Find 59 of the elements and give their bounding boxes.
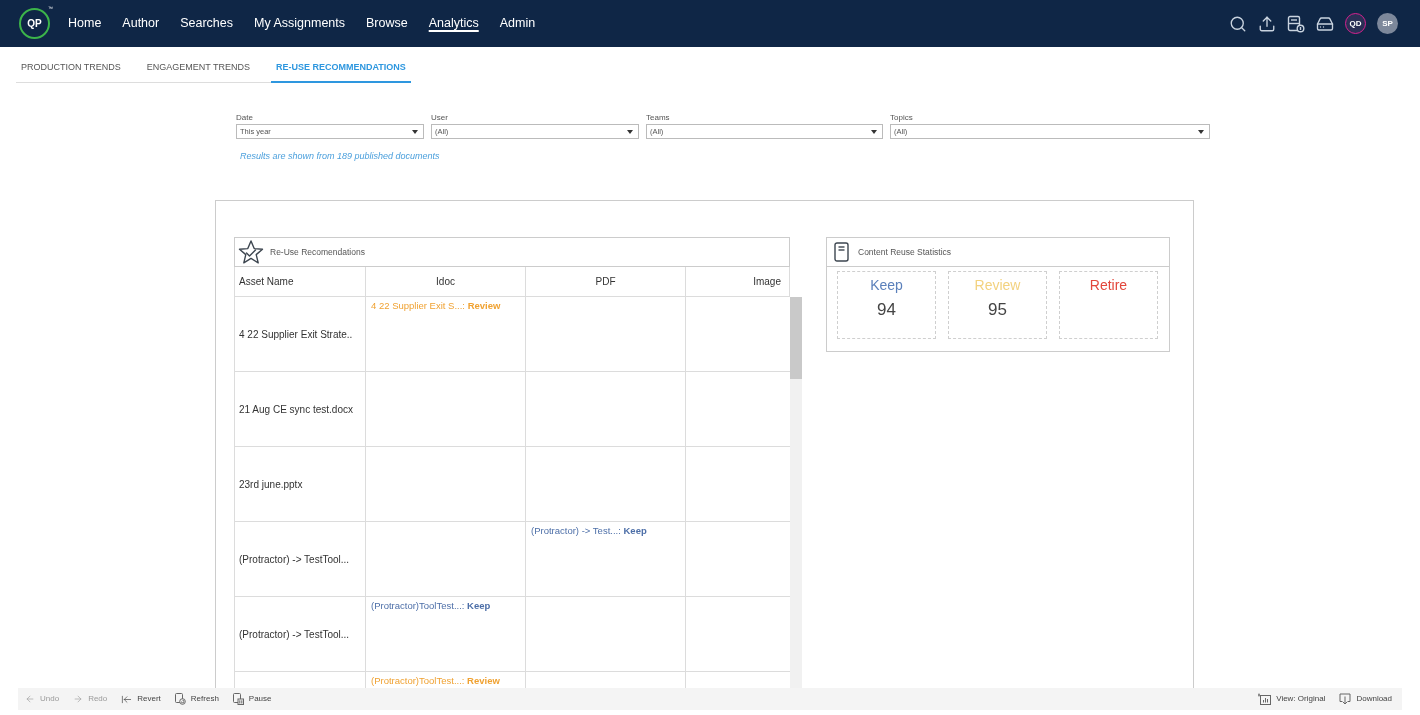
toolbar-button[interactable]: Download <box>1339 693 1392 705</box>
caret-icon <box>1198 129 1204 134</box>
asset-name: (Protractor) -> TestTool... <box>239 552 350 567</box>
caret-icon <box>871 129 877 134</box>
nav-link[interactable]: Analytics <box>428 14 479 33</box>
redo-icon <box>73 694 84 704</box>
recommendation-link[interactable]: (Protractor)ToolTest...: Keep <box>371 600 491 611</box>
toolbar-button[interactable]: Refresh <box>174 693 219 705</box>
caret-icon <box>412 129 418 134</box>
nav-link[interactable]: Browse <box>366 14 408 33</box>
filter-label: User <box>431 113 449 123</box>
column-header: Image <box>753 275 781 289</box>
tab[interactable]: ENGAGEMENT TRENDS <box>141 62 256 83</box>
results-note: Results are shown from 189 published documents <box>240 151 441 161</box>
toolbar-button[interactable]: Revert <box>121 693 161 705</box>
revert-icon <box>121 693 133 705</box>
asset-name: 4 22 Supplier Exit Strate.. <box>239 327 353 342</box>
chart-view-icon <box>1258 693 1272 705</box>
tab[interactable]: PRODUCTION TRENDS <box>16 62 126 83</box>
download-icon <box>1339 693 1352 705</box>
scrollbar-thumb[interactable] <box>790 297 802 379</box>
document-icon <box>834 242 849 262</box>
logo[interactable]: QP <box>19 8 50 39</box>
statistic-label: Keep <box>870 277 903 294</box>
filter-label: Topics <box>890 113 914 123</box>
scrollbar[interactable] <box>790 297 802 688</box>
user-avatar[interactable]: SP <box>1377 13 1398 34</box>
user-avatar[interactable]: QD <box>1345 13 1366 34</box>
file-stack-icon[interactable] <box>1287 14 1305 33</box>
upload-icon[interactable] <box>1258 14 1276 33</box>
nav-link[interactable]: Admin <box>499 14 536 33</box>
statistic-label: Retire <box>1089 277 1128 294</box>
recommendation-link[interactable]: (Protractor) -> Test...: Keep <box>531 525 647 536</box>
caret-icon <box>627 129 633 134</box>
nav-link[interactable]: Author <box>122 14 160 33</box>
column-header: Idoc <box>436 275 455 289</box>
panel-title: Content Reuse Statistics <box>858 245 952 259</box>
drive-icon[interactable] <box>1316 14 1334 33</box>
filter-label: Teams <box>646 113 671 123</box>
asset-name: (Protractor) -> TestTool... <box>239 627 350 642</box>
column-header: PDF <box>595 275 616 289</box>
toolbar-button[interactable]: View: Original <box>1258 693 1326 705</box>
toolbar-button[interactable]: Pause <box>232 693 272 705</box>
statistic-label: Review <box>974 277 1021 294</box>
nav-link[interactable]: Searches <box>180 14 233 33</box>
statistic-value: 94 <box>877 300 896 320</box>
search-icon[interactable] <box>1229 14 1247 33</box>
column-header: Asset Name <box>239 275 294 289</box>
asset-name: 23rd june.pptx <box>239 477 303 492</box>
pause-icon <box>232 693 244 705</box>
undo-icon <box>25 694 35 704</box>
refresh-icon <box>174 693 186 705</box>
nav-link[interactable]: My Assignments <box>254 14 345 33</box>
nav-link[interactable]: Home <box>68 14 102 33</box>
star-check-icon <box>238 240 264 264</box>
filter-label: Date <box>236 113 254 123</box>
panel-title: Re-Use Recomendations <box>270 245 365 259</box>
statistic-value: 95 <box>988 300 1007 320</box>
asset-name: 21 Aug CE sync test.docx <box>239 402 353 417</box>
